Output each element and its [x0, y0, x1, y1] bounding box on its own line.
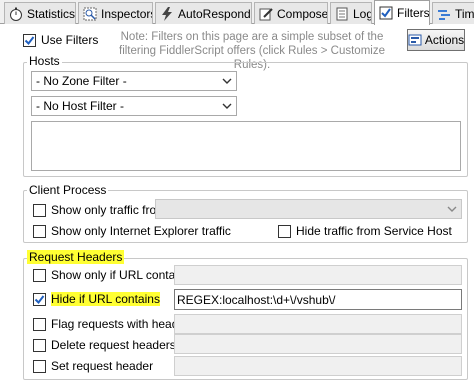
tab-composer[interactable]: Composer — [254, 2, 328, 24]
tab-log[interactable]: Log — [330, 2, 372, 24]
chevron-down-icon — [222, 75, 232, 85]
timeline-icon — [437, 7, 451, 21]
tab-label: Log — [353, 6, 372, 21]
hide-service-host-row[interactable]: Hide traffic from Service Host — [278, 224, 452, 238]
show-if-url-checkbox[interactable] — [33, 268, 46, 282]
chevron-down-icon — [447, 203, 457, 213]
tab-label: AutoResponder — [178, 6, 251, 21]
client-process-legend: Client Process — [27, 183, 109, 197]
tab-label: Statistics — [27, 6, 76, 21]
hide-if-url-input[interactable]: REGEX:localhost:\d+\/vshub\/ — [174, 289, 462, 310]
tab-label: Composer — [277, 6, 328, 21]
show-only-ie-checkbox[interactable] — [33, 224, 46, 238]
flag-requests-row[interactable]: Flag requests with headers — [33, 317, 195, 331]
tab-label: Time — [455, 6, 474, 21]
show-only-traffic-from-checkbox[interactable] — [33, 203, 46, 217]
hide-if-url-label: Hide if URL contains — [51, 292, 160, 306]
set-header-input[interactable] — [174, 356, 462, 376]
set-header-label: Set request header — [51, 359, 154, 373]
tab-statistics[interactable]: Statistics — [4, 2, 76, 24]
use-filters-checkbox[interactable] — [23, 33, 36, 47]
show-if-url-input[interactable] — [174, 265, 462, 285]
tab-inspectors[interactable]: Inspectors — [78, 2, 153, 24]
zone-filter-dropdown[interactable]: - No Zone Filter - — [31, 71, 237, 91]
zone-filter-value: - No Zone Filter - — [36, 74, 127, 88]
lightning-icon — [160, 6, 174, 21]
tab-label: Inspectors — [101, 6, 153, 21]
tab-filters[interactable]: Filters — [374, 0, 430, 25]
stopwatch-icon — [9, 7, 23, 21]
tab-autoresponder[interactable]: AutoResponder — [155, 2, 252, 24]
use-filters-label: Use Filters — [41, 33, 99, 47]
hide-if-url-row[interactable]: Hide if URL contains — [33, 292, 160, 306]
tab-label: Filters — [397, 6, 430, 20]
delete-headers-checkbox[interactable] — [33, 338, 46, 352]
show-only-traffic-from-label: Show only traffic from — [51, 203, 167, 217]
show-only-traffic-from-row[interactable]: Show only traffic from — [33, 203, 166, 217]
tab-strip: Statistics Inspectors AutoResponder Comp… — [0, 0, 474, 25]
show-if-url-label: Show only if URL contains — [51, 268, 191, 282]
show-if-url-row[interactable]: Show only if URL contains — [33, 268, 191, 282]
request-headers-legend: Request Headers — [27, 250, 125, 264]
delete-headers-input[interactable] — [174, 334, 462, 354]
hide-service-host-checkbox[interactable] — [278, 224, 291, 238]
show-only-ie-label: Show only Internet Explorer traffic — [51, 224, 231, 238]
delete-headers-label: Delete request headers — [51, 338, 176, 352]
process-dropdown[interactable] — [155, 199, 462, 219]
chevron-down-icon — [222, 100, 232, 110]
checkbox-icon — [379, 6, 393, 20]
pencil-icon — [259, 7, 273, 21]
delete-headers-row[interactable]: Delete request headers — [33, 338, 176, 352]
show-only-ie-row[interactable]: Show only Internet Explorer traffic — [33, 224, 231, 238]
actions-button[interactable]: Actions — [407, 29, 465, 51]
hide-if-url-checkbox[interactable] — [33, 292, 46, 306]
use-filters-checkbox-row[interactable]: Use Filters — [23, 33, 98, 47]
document-icon — [335, 7, 349, 21]
set-header-checkbox[interactable] — [33, 359, 46, 373]
host-filter-dropdown[interactable]: - No Host Filter - — [31, 96, 237, 116]
flag-requests-checkbox[interactable] — [33, 317, 46, 331]
actions-icon — [408, 33, 422, 47]
host-list-textarea[interactable] — [31, 121, 461, 171]
actions-button-label: Actions — [424, 33, 465, 47]
flag-requests-input[interactable] — [174, 314, 462, 334]
set-header-row[interactable]: Set request header — [33, 359, 153, 373]
inspect-icon — [83, 7, 97, 21]
tab-timeline[interactable]: Time — [432, 2, 474, 24]
hide-service-host-label: Hide traffic from Service Host — [296, 224, 452, 238]
host-filter-value: - No Host Filter - — [36, 99, 125, 113]
hosts-legend: Hosts — [27, 54, 62, 68]
